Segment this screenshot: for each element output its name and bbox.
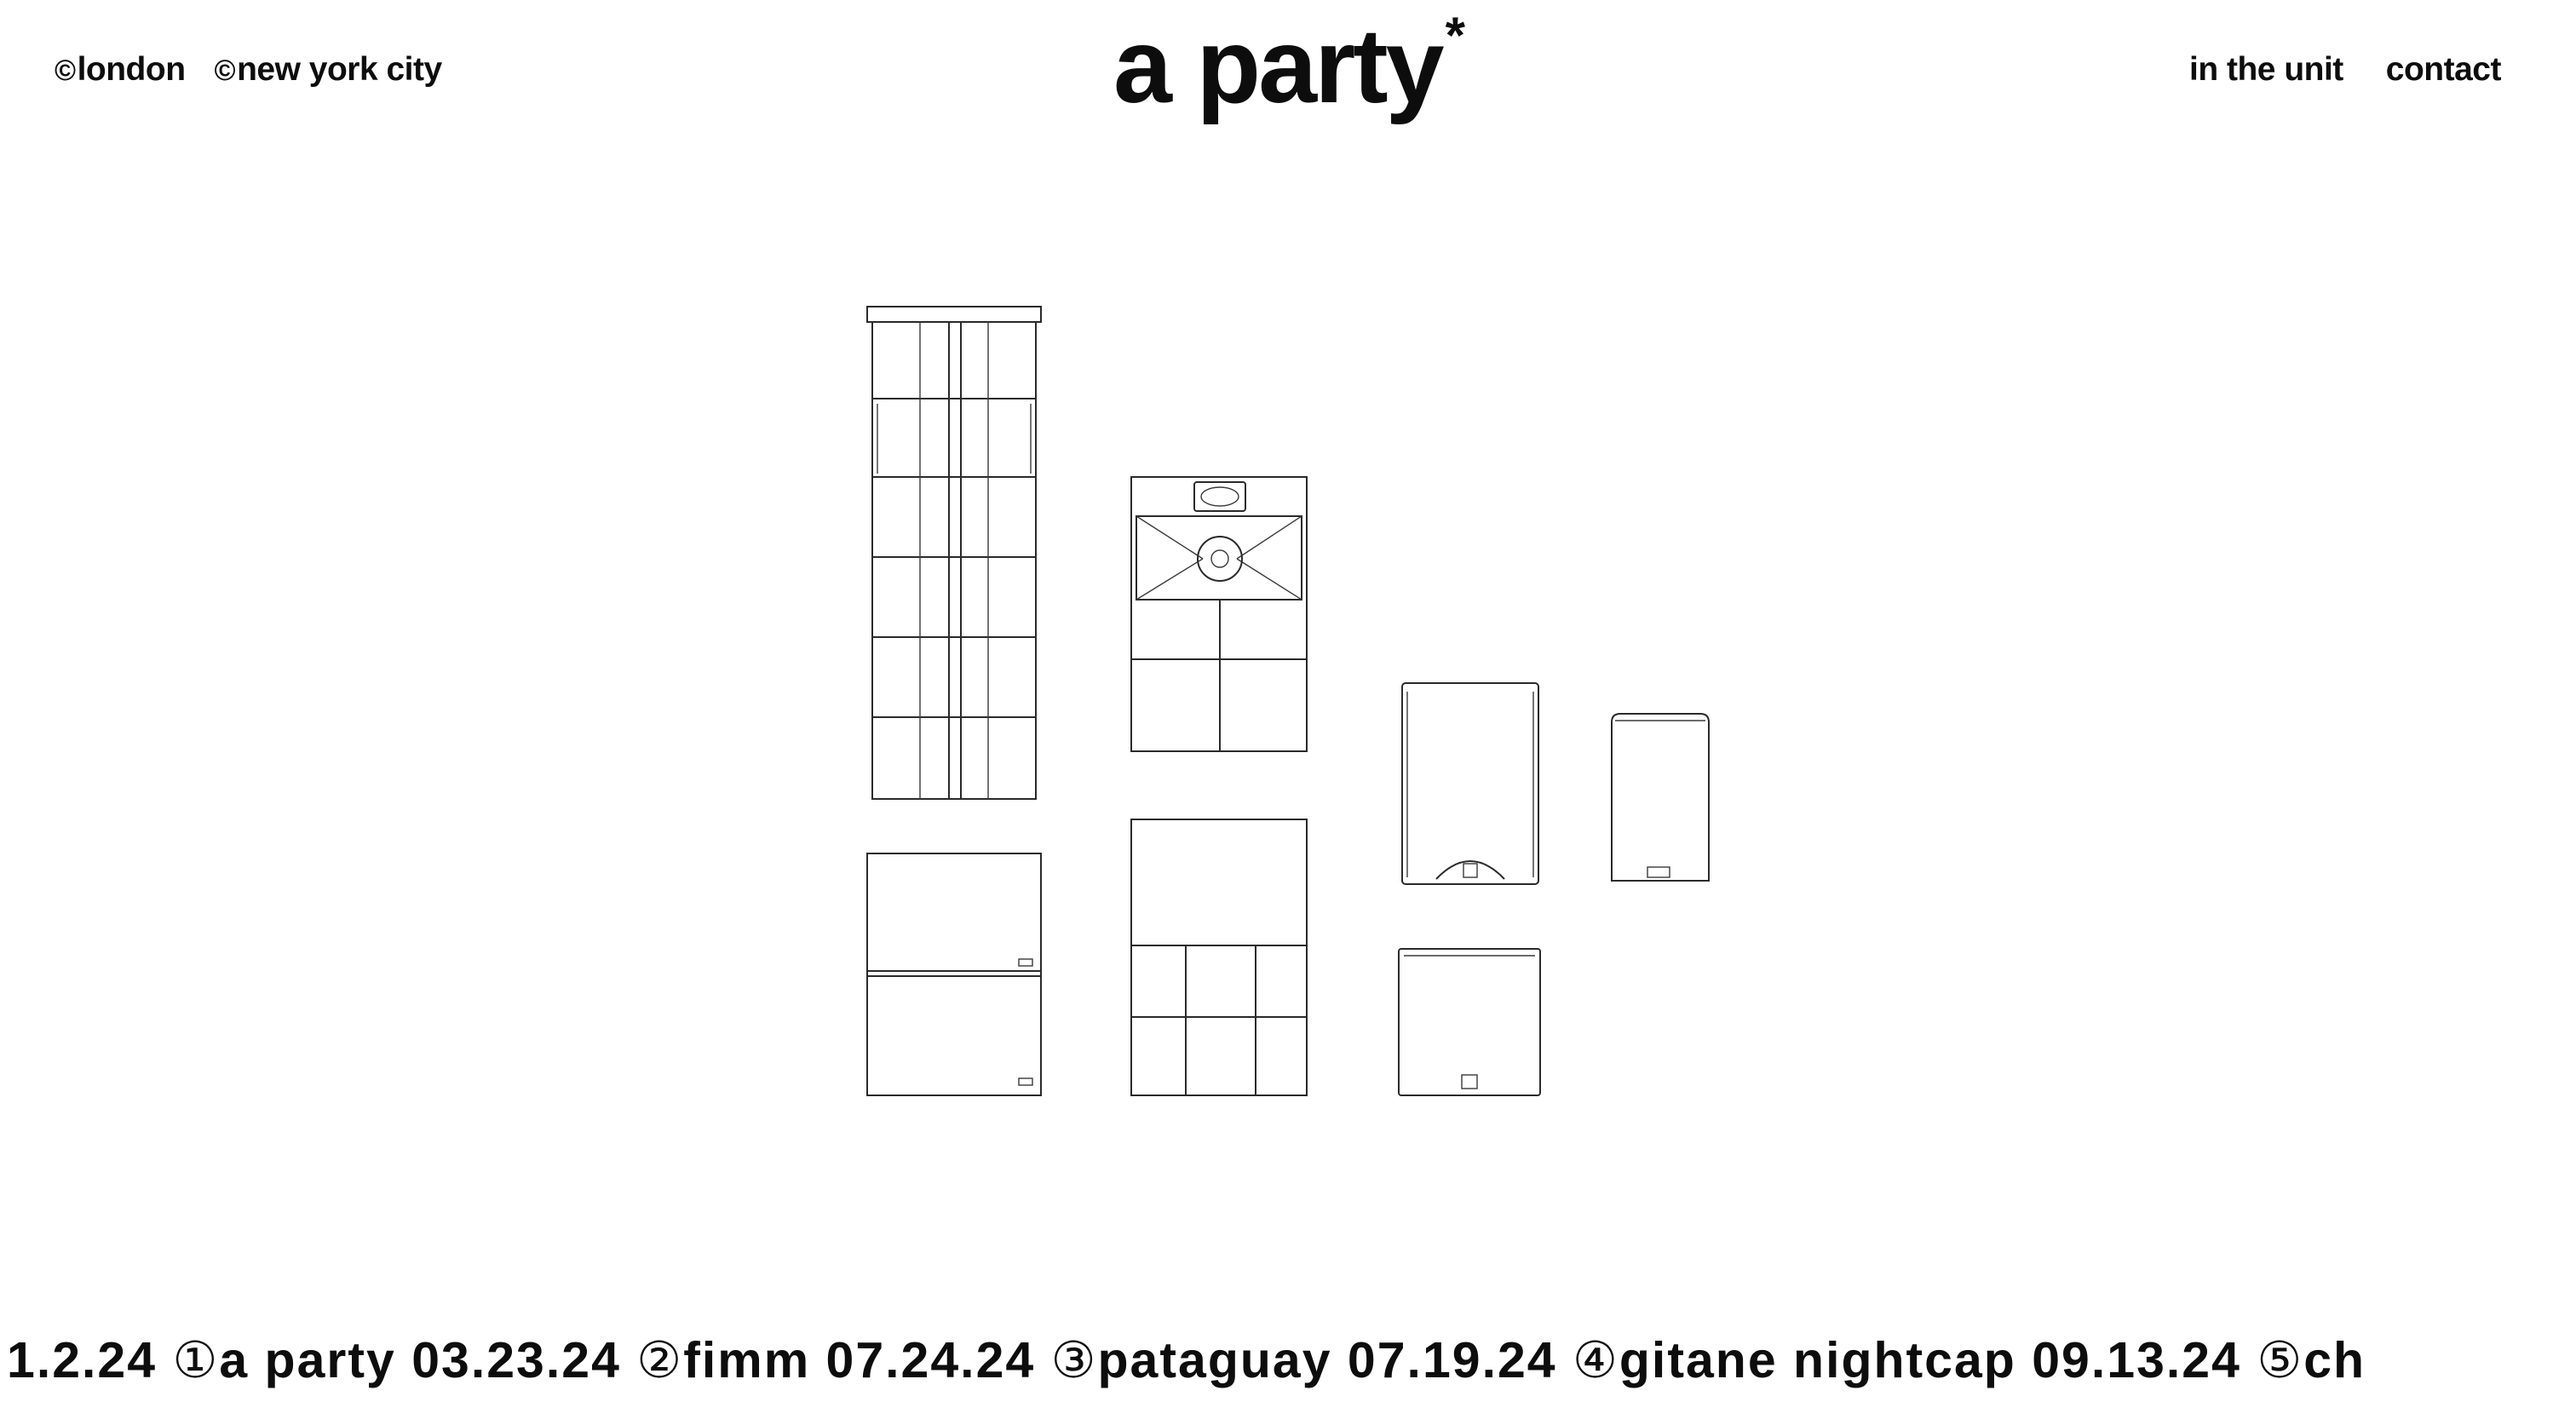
ticker-item[interactable]: ④gitane nightcap 09.13.24 (1573, 1332, 2257, 1388)
logo-text: a party (1113, 8, 1445, 125)
ticker-item[interactable]: ③pataguay 07.19.24 (1051, 1332, 1573, 1388)
logo-asterisk: * (1445, 7, 1465, 64)
small-monitor-cabinet (1611, 713, 1710, 882)
main-nav: in the unit contact (2189, 51, 2502, 89)
ticker-number: ④ (1572, 1332, 1619, 1388)
ticker-item[interactable]: ①a party 03.23.24 (172, 1332, 636, 1388)
line-array-column (866, 306, 1042, 800)
nav-link-in-the-unit[interactable]: in the unit (2189, 51, 2343, 89)
ticker-number: ① (172, 1332, 220, 1388)
square-sub-cabinet (1398, 948, 1541, 1096)
ticker-item[interactable]: ⑤ch (2257, 1332, 2366, 1388)
ticker-event: pataguay 07.19.24 (1097, 1332, 1573, 1388)
ticker-track: 1.2.24 ①a party 03.23.24 ②fimm 07.24.24 … (7, 1330, 2366, 1389)
ticker-event: a party 03.23.24 (219, 1332, 637, 1388)
ticker-item[interactable]: 1.2.24 (7, 1332, 172, 1388)
ticker-event: gitane nightcap 09.13.24 (1619, 1332, 2257, 1388)
ticker-number: ② (636, 1332, 684, 1388)
speaker-illustration (0, 0, 2576, 1402)
horn-cabinet (1130, 476, 1308, 752)
ticker-item[interactable]: ②fimm 07.24.24 (636, 1332, 1050, 1388)
double-sub-stack (866, 853, 1042, 1096)
ticker-date: 1.2.24 (7, 1332, 173, 1388)
page: ©london ©new york city a party* in the u… (0, 0, 2576, 1402)
tall-top-cabinet (1401, 682, 1539, 885)
grid-sub-cabinet (1130, 819, 1308, 1096)
event-ticker: 1.2.24 ①a party 03.23.24 ②fimm 07.24.24 … (0, 1330, 2576, 1399)
ticker-event: fimm 07.24.24 (683, 1332, 1051, 1388)
ticker-event: ch (2303, 1332, 2366, 1388)
ticker-number: ③ (1050, 1332, 1098, 1388)
ticker-number: ⑤ (2257, 1332, 2304, 1388)
nav-link-contact[interactable]: contact (2386, 51, 2502, 89)
